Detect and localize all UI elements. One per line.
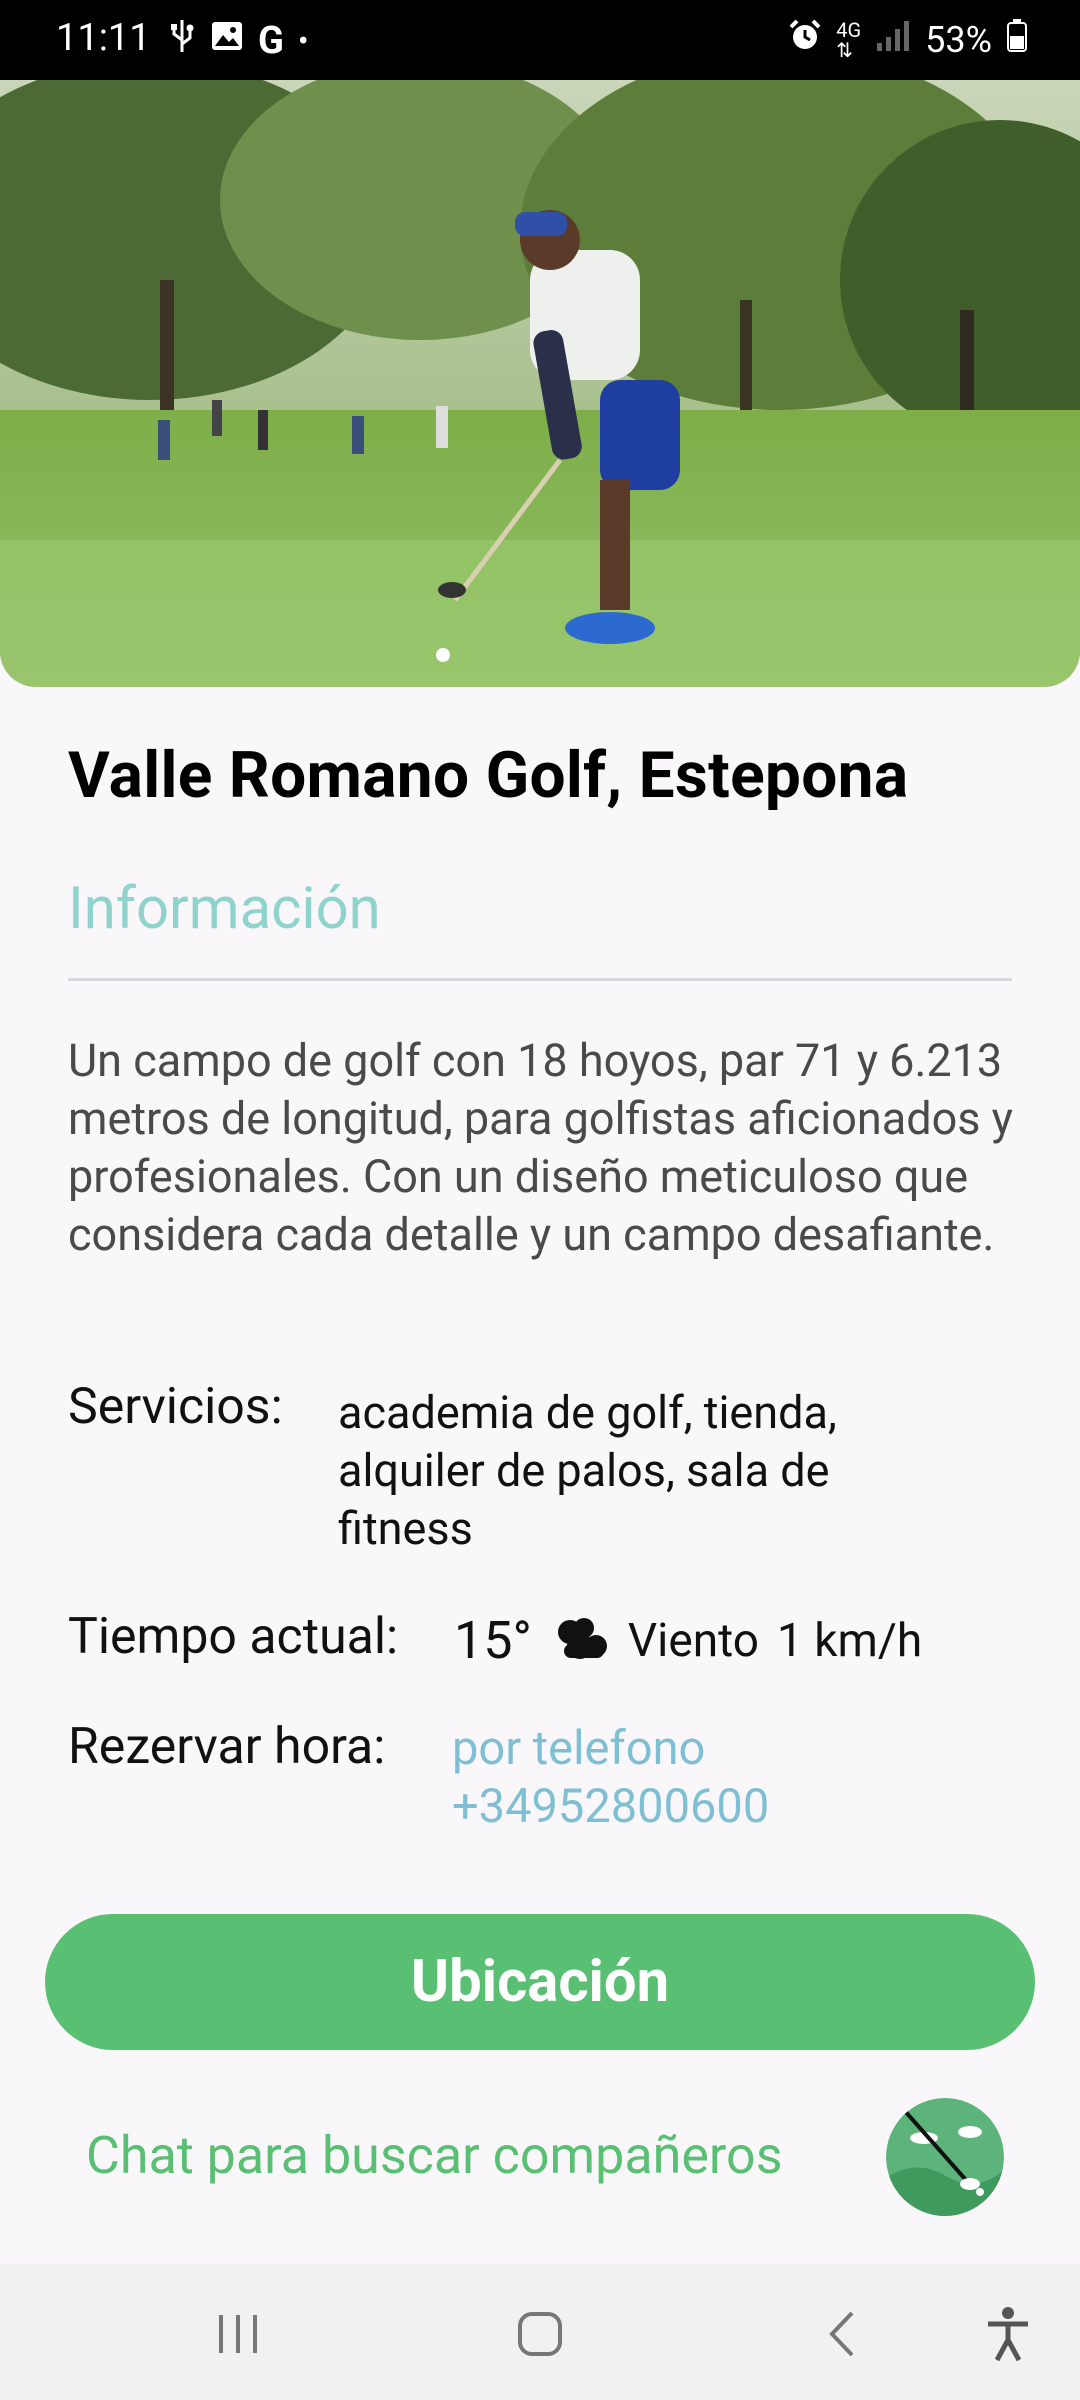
phone-line-1: por telefono xyxy=(452,1721,706,1776)
system-nav-bar xyxy=(0,2264,1080,2400)
course-hero-image xyxy=(0,80,1080,687)
dot-icon: • xyxy=(297,21,309,60)
alarm-icon xyxy=(788,18,822,61)
recent-apps-icon[interactable] xyxy=(198,2294,278,2374)
usb-icon xyxy=(168,18,196,63)
google-icon: G xyxy=(258,18,284,63)
signal-icon xyxy=(875,19,911,60)
wind-value: 1 km/h xyxy=(776,1613,923,1668)
course-description: Un campo de golf con 18 hoyos, par 71 y … xyxy=(68,1034,1013,1261)
info-section-header: Información xyxy=(68,875,381,943)
wind-label: Viento xyxy=(627,1613,759,1668)
status-time: 11:11 xyxy=(56,16,151,60)
back-icon[interactable] xyxy=(802,2294,882,2374)
location-button[interactable]: Ubicación xyxy=(45,1914,1035,2050)
weather-temperature: 15° xyxy=(454,1610,532,1671)
services-value: academia de golf, tienda, alquiler de pa… xyxy=(338,1386,837,1555)
weather-label: Tiempo actual: xyxy=(68,1608,399,1666)
chat-partners-link[interactable]: Chat para buscar compañeros xyxy=(86,2125,783,2186)
battery-icon xyxy=(1006,18,1028,61)
4g-icon: 4G ⇅ xyxy=(836,17,862,62)
golf-chat-icon[interactable] xyxy=(886,2098,1004,2216)
section-divider xyxy=(68,978,1012,981)
services-label: Servicios: xyxy=(68,1378,283,1436)
battery-percent: 53% xyxy=(925,18,992,61)
status-icons-right: 4G ⇅ 53% xyxy=(788,18,1028,61)
phone-number: +34952800600 xyxy=(452,1779,770,1834)
status-bar: 11:11 G • 4G ⇅ 53% xyxy=(0,0,1080,80)
image-icon xyxy=(210,19,244,62)
home-icon[interactable] xyxy=(500,2294,580,2374)
accessibility-icon[interactable] xyxy=(968,2294,1048,2374)
status-icons-left: G • xyxy=(168,18,309,63)
cloudy-icon xyxy=(550,1616,610,1666)
course-title: Valle Romano Golf, Estepona xyxy=(68,738,909,813)
booking-label: Rezervar hora: xyxy=(68,1718,386,1776)
weather-info: 15° Viento 1 km/h xyxy=(454,1610,922,1671)
booking-phone-link[interactable]: por telefono +34952800600 xyxy=(452,1720,952,1836)
